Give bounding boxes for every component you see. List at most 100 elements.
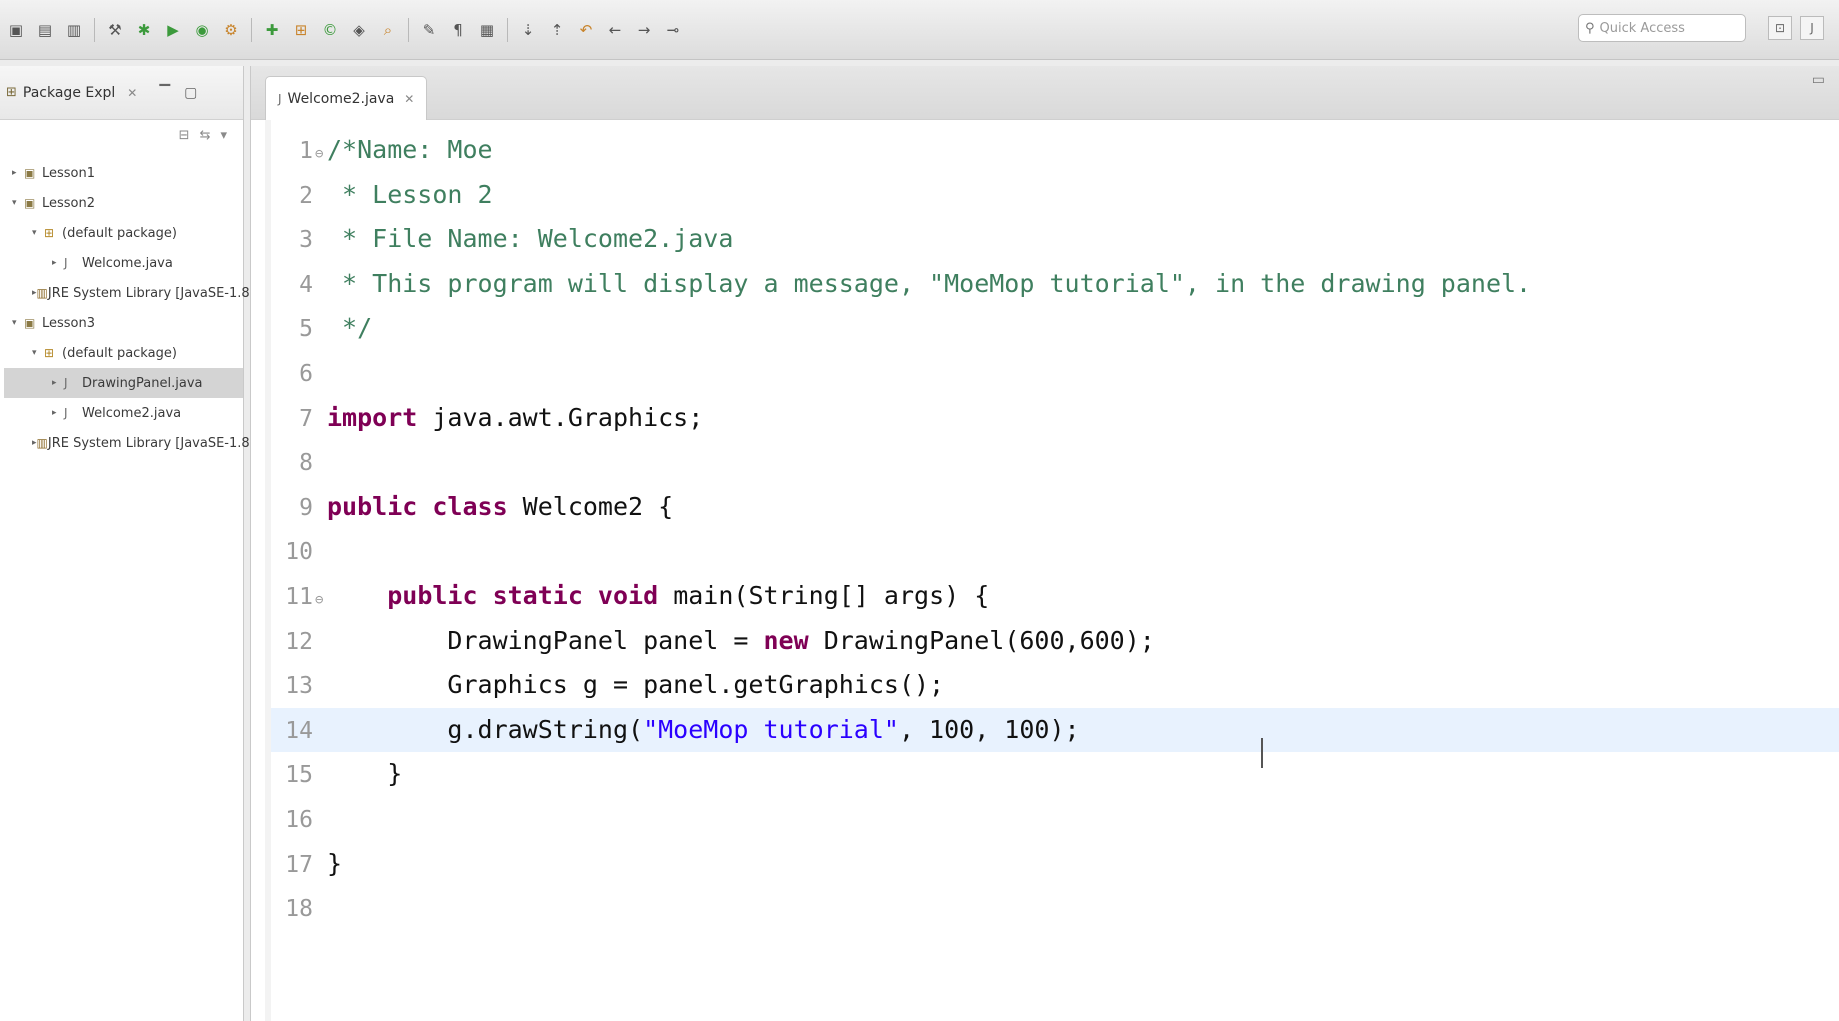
new-file-icon[interactable]: ▣ — [4, 18, 28, 42]
project-icon: ▣ — [24, 316, 36, 330]
editor-tab-label: Welcome2.java — [287, 90, 395, 107]
code-line[interactable]: 14 g.drawString("MoeMop tutorial", 100, … — [271, 707, 1839, 753]
tree-item[interactable]: ▸ J Welcome2.java — [0, 398, 243, 428]
tree-item-label: Welcome.java — [82, 255, 173, 271]
code-line[interactable]: 15 } — [271, 752, 1839, 797]
code-text: DrawingPanel panel = — [327, 625, 764, 655]
code-line[interactable]: 12 DrawingPanel panel = new DrawingPanel… — [271, 619, 1839, 664]
view-menu-icon[interactable]: ▾ — [220, 128, 227, 143]
tree-item[interactable]: ▸ J DrawingPanel.java — [4, 368, 243, 398]
code-line[interactable]: 10 — [271, 529, 1839, 574]
code-line[interactable]: 9 public class Welcome2 { — [271, 485, 1839, 530]
code-text: java.awt.Graphics; — [417, 402, 704, 432]
package-explorer-tab[interactable]: ⊞ Package Expl ✕ ▔▢ — [0, 66, 243, 120]
tree-item-label: JRE System Library [JavaSE-1.8] — [47, 435, 255, 451]
code-line[interactable]: 16 — [271, 797, 1839, 842]
code-keyword: public static void — [387, 580, 659, 610]
line-number: 2 — [299, 182, 313, 209]
line-number: 15 — [285, 762, 313, 789]
link-with-editor-icon[interactable]: ⇆ — [200, 128, 211, 143]
tree-item[interactable]: ▸ ▥ JRE System Library [JavaSE-1.8] — [0, 278, 255, 308]
search-icon[interactable]: ⌕ — [376, 18, 400, 42]
open-type-icon[interactable]: ◈ — [347, 18, 371, 42]
code-text: main(String[] args) { — [658, 580, 990, 610]
chevron-down-icon[interactable]: ▾ — [12, 198, 24, 208]
code-comment: /*Name: Moe — [327, 135, 493, 164]
forward-icon[interactable]: → — [632, 18, 656, 42]
code-line[interactable]: 18 — [271, 886, 1839, 931]
line-number: 12 — [285, 628, 313, 655]
toolbar-separator — [408, 18, 409, 42]
code-line[interactable]: 2 * Lesson 2 — [271, 173, 1839, 218]
print-icon[interactable]: ▥ — [62, 18, 86, 42]
tree-item[interactable]: ▾ ⊞ (default package) — [0, 338, 243, 368]
fold-toggle-icon[interactable]: ⊖ — [315, 132, 327, 177]
code-line[interactable]: 5 */ — [271, 306, 1839, 351]
tree-item[interactable]: ▸ ▣ Lesson1 — [0, 158, 243, 188]
block-select-icon[interactable]: ▦ — [475, 18, 499, 42]
new-java-project-icon[interactable]: ✚ — [260, 18, 284, 42]
build-icon[interactable]: ⚒ — [103, 18, 127, 42]
editor-tab-welcome2[interactable]: J Welcome2.java ✕ — [265, 76, 428, 120]
tree-item[interactable]: ▾ ⊞ (default package) — [0, 218, 243, 248]
previous-annotation-icon[interactable]: ⇡ — [545, 18, 569, 42]
maximize-editor-icon[interactable]: ▭ — [1812, 72, 1825, 88]
code-line[interactable]: 8 — [271, 440, 1839, 485]
chevron-right-icon[interactable]: ▸ — [52, 408, 64, 418]
code-comment: * File Name: Welcome2.java — [327, 224, 734, 254]
chevron-right-icon[interactable]: ▸ — [52, 258, 64, 268]
code-editor[interactable]: 1 ⊖/*Name: Moe 2 * Lesson 23 * File Name: … — [271, 128, 1839, 931]
tree-item-label: DrawingPanel.java — [82, 375, 203, 391]
new-class-icon[interactable]: © — [318, 18, 342, 42]
tree-item[interactable]: ▾ ▣ Lesson3 — [0, 308, 243, 338]
code-keyword: import — [327, 402, 418, 432]
chevron-down-icon[interactable]: ▾ — [32, 348, 44, 358]
collapse-all-icon[interactable]: ⊟ — [179, 128, 190, 143]
code-line[interactable]: 3 * File Name: Welcome2.java — [271, 217, 1839, 262]
chevron-right-icon[interactable]: ▸ — [52, 378, 64, 388]
save-icon[interactable]: ▤ — [33, 18, 57, 42]
code-comment: * Lesson 2 — [327, 179, 493, 209]
line-number: 13 — [285, 673, 313, 700]
next-annotation-icon[interactable]: ⇣ — [516, 18, 540, 42]
external-tools-icon[interactable]: ⚙ — [219, 18, 243, 42]
toggle-mark-icon[interactable]: ✎ — [417, 18, 441, 42]
java-file-icon: J — [278, 91, 282, 106]
last-edit-icon[interactable]: ↶ — [574, 18, 598, 42]
debug-icon[interactable]: ✱ — [132, 18, 156, 42]
code-line[interactable]: 6 — [271, 351, 1839, 396]
code-line[interactable]: 13 Graphics g = panel.getGraphics(); — [271, 663, 1839, 708]
tree-item[interactable]: ▸ ▥ JRE System Library [JavaSE-1.8] — [0, 428, 255, 458]
code-line[interactable]: 17} — [271, 842, 1839, 887]
chevron-down-icon[interactable]: ▾ — [32, 228, 44, 238]
tree-item[interactable]: ▾ ▣ Lesson2 — [0, 188, 243, 218]
fold-toggle-icon[interactable]: ⊖ — [315, 578, 327, 623]
close-icon[interactable]: ✕ — [404, 92, 414, 106]
run-icon[interactable]: ▶ — [161, 18, 185, 42]
main-toolbar: ▣ ▤ ▥ ⚒ ✱ ▶ ◉ ⚙ ✚ ⊞ © ◈ ⌕ ✎ ¶ ▦ ⇣ ⇡ ↶ ← … — [0, 0, 1839, 60]
coverage-icon[interactable]: ◉ — [190, 18, 214, 42]
code-line[interactable]: 11 ⊖ public static void main(String[] arg… — [271, 574, 1839, 619]
open-perspective-icon[interactable]: ⊡ — [1768, 16, 1792, 40]
code-line[interactable]: 7 import java.awt.Graphics; — [271, 396, 1839, 441]
code-line[interactable]: 1 ⊖/*Name: Moe — [271, 128, 1839, 173]
chevron-right-icon[interactable]: ▸ — [12, 168, 24, 178]
quick-access-field[interactable]: ⚲ Quick Access — [1578, 14, 1746, 42]
tree-item[interactable]: ▸ J Welcome.java — [0, 248, 243, 278]
code-line[interactable]: 4 * This program will display a message,… — [271, 262, 1839, 307]
code-comment: */ — [327, 313, 373, 343]
text-cursor — [1261, 738, 1263, 768]
back-icon[interactable]: ← — [603, 18, 627, 42]
toolbar-separator — [94, 18, 95, 42]
quick-access-placeholder: Quick Access — [1599, 20, 1685, 36]
new-package-icon[interactable]: ⊞ — [289, 18, 313, 42]
minimize-maximize-controls[interactable]: ▔▢ — [159, 85, 211, 101]
pin-icon[interactable]: ⊸ — [661, 18, 685, 42]
chevron-down-icon[interactable]: ▾ — [12, 318, 24, 328]
line-number: 6 — [299, 360, 313, 387]
java-file-icon: J — [64, 256, 68, 270]
close-icon[interactable]: ✕ — [127, 86, 137, 100]
java-perspective-icon[interactable]: J — [1800, 16, 1824, 40]
show-whitespace-icon[interactable]: ¶ — [446, 18, 470, 42]
editor-area: J Welcome2.java ✕ ▭ 1 ⊖/*Name: Moe 2 * Les… — [250, 66, 1839, 1021]
